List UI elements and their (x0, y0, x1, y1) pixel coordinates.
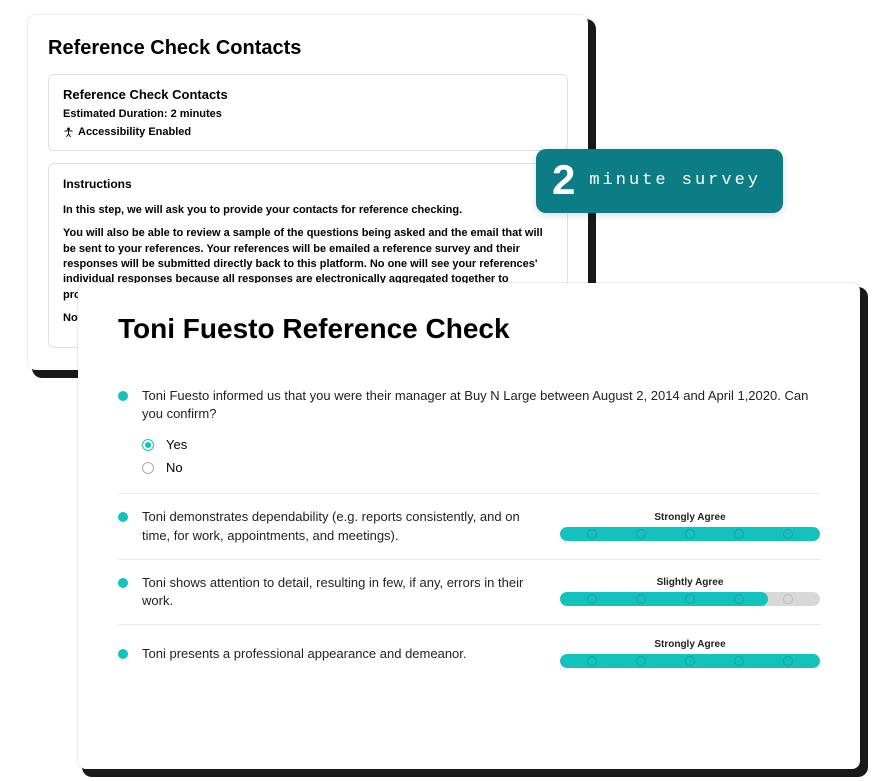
scale-label: Slightly Agree (560, 577, 820, 588)
question-4: Toni presents a professional appearance … (118, 625, 820, 682)
bullet-icon (118, 391, 128, 401)
info-title: Reference Check Contacts (63, 87, 553, 102)
scale-ticks (560, 592, 820, 606)
instructions-heading: Instructions (63, 176, 553, 193)
survey-duration-badge: 2 minute survey (536, 149, 783, 213)
question-4-scale[interactable]: Strongly Agree (560, 639, 820, 668)
bullet-icon (118, 649, 128, 659)
bullet-icon (118, 578, 128, 588)
question-3-scale[interactable]: Slightly Agree (560, 577, 820, 606)
contacts-title: Reference Check Contacts (48, 37, 568, 60)
radio-circle-selected (142, 439, 154, 451)
scale-label: Strongly Agree (560, 639, 820, 650)
info-box: Reference Check Contacts Estimated Durat… (48, 74, 568, 151)
question-2-text: Toni demonstrates dependability (e.g. re… (142, 508, 528, 544)
radio-circle-unselected (142, 462, 154, 474)
question-1: Toni Fuesto informed us that you were th… (118, 373, 820, 494)
radio-no[interactable]: No (142, 456, 820, 479)
scale-ticks (560, 654, 820, 668)
scale-label: Strongly Agree (560, 512, 820, 523)
question-1-options: Yes No (142, 433, 820, 479)
badge-text: minute survey (589, 171, 761, 190)
question-4-text: Toni presents a professional appearance … (142, 645, 467, 663)
scale-ticks (560, 527, 820, 541)
accessibility-row: Accessibility Enabled (63, 126, 553, 138)
scale-bar (560, 592, 820, 606)
question-3: Toni shows attention to detail, resultin… (118, 560, 820, 625)
accessibility-text: Accessibility Enabled (78, 126, 191, 138)
accessibility-icon (63, 127, 74, 138)
reference-check-card: Toni Fuesto Reference Check Toni Fuesto … (78, 283, 860, 769)
bullet-icon (118, 512, 128, 522)
question-2: Toni demonstrates dependability (e.g. re… (118, 494, 820, 559)
reference-check-title: Toni Fuesto Reference Check (118, 313, 820, 345)
question-1-text: Toni Fuesto informed us that you were th… (142, 387, 820, 423)
radio-no-label: No (166, 460, 183, 475)
radio-yes[interactable]: Yes (142, 433, 820, 456)
scale-bar (560, 527, 820, 541)
question-2-scale[interactable]: Strongly Agree (560, 512, 820, 541)
question-3-text: Toni shows attention to detail, resultin… (142, 574, 528, 610)
instructions-line1: In this step, we will ask you to provide… (63, 203, 553, 218)
badge-number: 2 (552, 159, 575, 201)
duration-label: Estimated Duration: 2 minutes (63, 108, 553, 120)
radio-yes-label: Yes (166, 437, 187, 452)
scale-bar (560, 654, 820, 668)
